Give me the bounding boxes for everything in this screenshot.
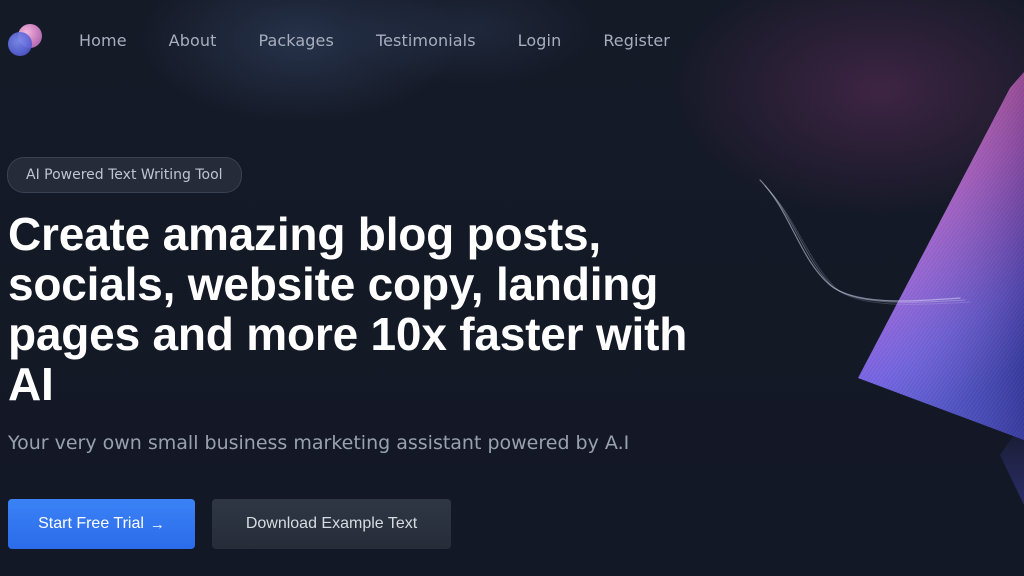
brand-logo-icon[interactable]	[8, 22, 44, 58]
nav-testimonials-link[interactable]: Testimonials	[376, 31, 476, 50]
nav-about-link[interactable]: About	[169, 31, 217, 50]
nav-packages-link[interactable]: Packages	[258, 31, 333, 50]
nav-register-link[interactable]: Register	[603, 31, 670, 50]
nav-links: Home About Packages Testimonials Login R…	[79, 31, 712, 50]
arrow-right-icon: →	[149, 515, 165, 533]
nav-login-link[interactable]: Login	[518, 31, 562, 50]
hero-headline: Create amazing blog posts, socials, webs…	[8, 208, 688, 410]
logo-orb-blue	[8, 32, 32, 56]
start-free-trial-label: Start Free Trial	[38, 515, 144, 532]
nav-home-link[interactable]: Home	[79, 31, 127, 50]
landing-page: Home About Packages Testimonials Login R…	[0, 0, 1024, 576]
hero-badge: AI Powered Text Writing Tool	[7, 157, 242, 193]
top-nav: Home About Packages Testimonials Login R…	[8, 22, 712, 58]
start-free-trial-button[interactable]: Start Free Trial →	[8, 499, 195, 549]
hero-subtitle: Your very own small business marketing a…	[8, 432, 630, 454]
download-example-button[interactable]: Download Example Text	[212, 499, 451, 549]
